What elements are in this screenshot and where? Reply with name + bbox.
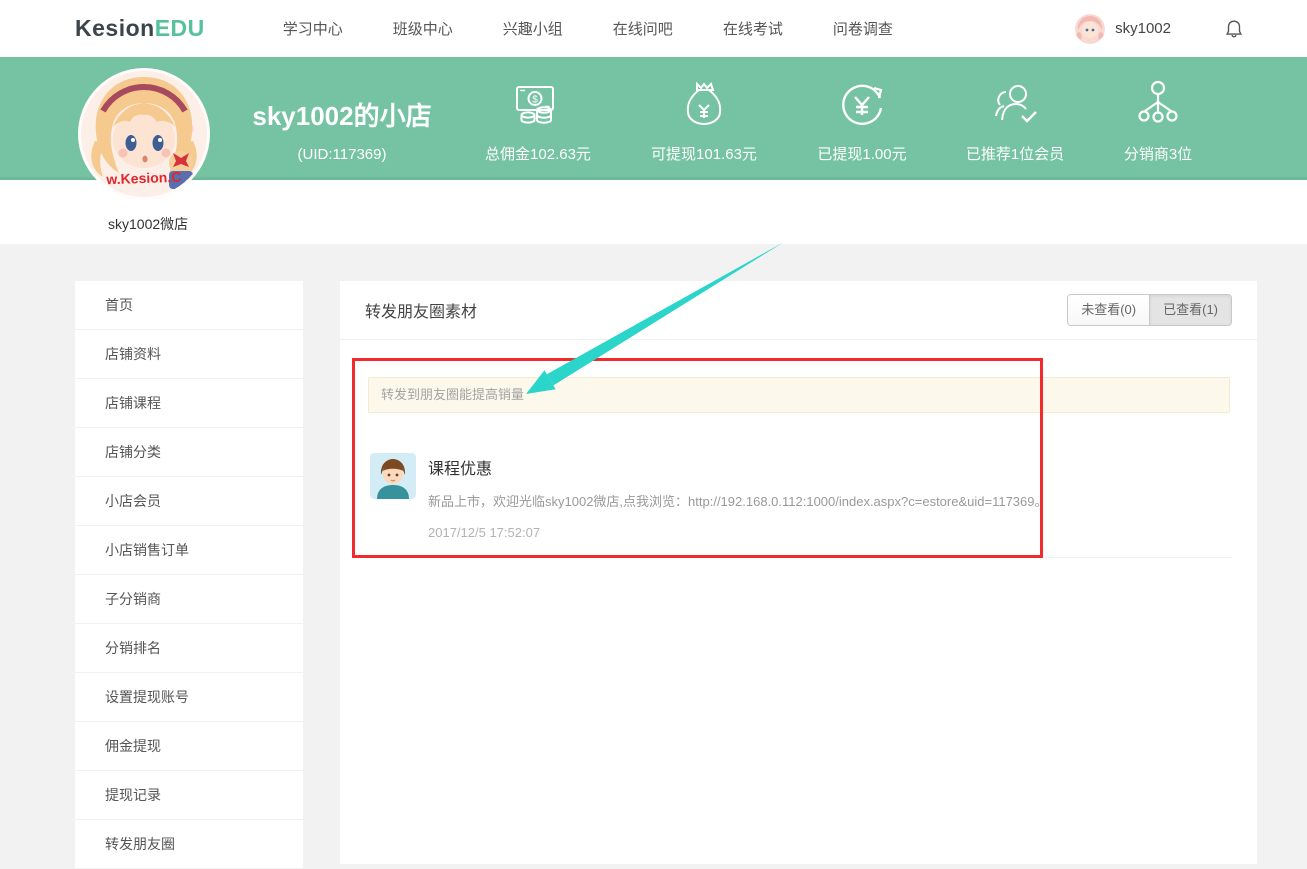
notification-bell-icon[interactable] [1223, 18, 1245, 40]
moment-post-item[interactable]: 课程优惠 新品上市，欢迎光临sky1002微店,点我浏览：http://192.… [370, 453, 1232, 540]
avatar-watermark-text: w.Kesion.C [105, 169, 181, 188]
post-timestamp: 2017/12/5 17:52:07 [428, 525, 1048, 540]
main-panel: 转发朋友圈素材 未查看(0) 已查看(1) 转发到朋友圈能提高销量 课程优惠 新… [340, 281, 1257, 864]
page-title: 转发朋友圈素材 [365, 298, 477, 322]
stat-distributors: 分销商3位 [1078, 78, 1238, 164]
sidebar-item-distribution-ranking[interactable]: 分销排名 [75, 624, 303, 673]
moneybag-icon [680, 78, 728, 130]
members-icon [988, 78, 1042, 130]
logo[interactable]: KesionEDU [75, 15, 205, 42]
sidebar-item-home[interactable]: 首页 [75, 281, 303, 330]
nav-item-survey[interactable]: 问卷调查 [831, 12, 895, 45]
withdraw-cycle-icon [836, 78, 888, 130]
user-avatar-image [1075, 14, 1105, 44]
nav-item-online-qa[interactable]: 在线问吧 [611, 12, 675, 45]
nav-item-interest-group[interactable]: 兴趣小组 [501, 12, 565, 45]
logo-kesion: Kesion [75, 15, 155, 41]
sidebar-item-sub-distributors[interactable]: 子分销商 [75, 575, 303, 624]
sidebar-item-share-moments[interactable]: 转发朋友圈 [75, 820, 303, 869]
stat-referred-members: 已推荐1位会员 [935, 78, 1095, 164]
sidebar-item-commission-withdraw[interactable]: 佣金提现 [75, 722, 303, 771]
user-avatar[interactable] [1075, 14, 1105, 44]
nav-item-class-center[interactable]: 班级中心 [391, 12, 455, 45]
sidebar-item-store-members[interactable]: 小店会员 [75, 477, 303, 526]
sidebar-item-sales-orders[interactable]: 小店销售订单 [75, 526, 303, 575]
stat-total-commission-label: 总佣金102.63元 [485, 143, 591, 164]
logo-edu: EDU [155, 15, 205, 41]
post-divider [370, 557, 1232, 558]
sidebar: 首页 店铺资料 店铺课程 店铺分类 小店会员 小店销售订单 子分销商 分销排名 … [75, 281, 303, 869]
stat-total-commission: $ 总佣金102.63元 [458, 78, 618, 164]
post-body: 新品上市，欢迎光临sky1002微店,点我浏览：http://192.168.0… [428, 491, 1048, 510]
username-label[interactable]: sky1002 [1115, 20, 1171, 37]
distributor-tree-icon [1133, 78, 1183, 130]
stat-referred-members-label: 已推荐1位会员 [966, 143, 1064, 164]
post-avatar [370, 453, 416, 499]
filter-unviewed-button[interactable]: 未查看(0) [1068, 295, 1149, 325]
shop-subname-label: sky1002微店 [108, 214, 188, 234]
nav-item-learning-center[interactable]: 学习中心 [281, 12, 345, 45]
stat-withdrawable: 可提现101.63元 [624, 78, 784, 164]
sidebar-item-store-profile[interactable]: 店铺资料 [75, 330, 303, 379]
stat-distributors-label: 分销商3位 [1124, 143, 1192, 164]
nav-user-area: sky1002 [1075, 14, 1245, 44]
stat-withdrawn-label: 已提现1.00元 [817, 143, 906, 164]
view-filter-group: 未查看(0) 已查看(1) [1067, 294, 1232, 326]
sidebar-item-withdraw-records[interactable]: 提现记录 [75, 771, 303, 820]
store-avatar: w.Kesion.C [78, 68, 210, 200]
notice-bar: 转发到朋友圈能提高销量 [368, 377, 1230, 413]
sidebar-item-store-categories[interactable]: 店铺分类 [75, 428, 303, 477]
shop-uid: (UID:117369) [232, 146, 452, 163]
nav-item-online-exam[interactable]: 在线考试 [721, 12, 785, 45]
post-title: 课程优惠 [428, 455, 1048, 479]
sidebar-item-withdraw-account[interactable]: 设置提现账号 [75, 673, 303, 722]
shop-title: sky1002的小店 [232, 96, 452, 133]
filter-viewed-button[interactable]: 已查看(1) [1149, 295, 1231, 325]
post-content: 课程优惠 新品上市，欢迎光临sky1002微店,点我浏览：http://192.… [428, 453, 1048, 540]
shop-heading: sky1002的小店 (UID:117369) [232, 96, 452, 163]
banner-lower-strip [0, 180, 1307, 244]
main-header: 转发朋友圈素材 未查看(0) 已查看(1) [340, 281, 1257, 340]
top-nav: KesionEDU 学习中心 班级中心 兴趣小组 在线问吧 在线考试 问卷调查 … [0, 0, 1307, 57]
cash-icon: $ [512, 78, 564, 130]
stat-withdrawn: 已提现1.00元 [782, 78, 942, 164]
store-avatar-image: w.Kesion.C [81, 71, 207, 197]
svg-text:$: $ [532, 95, 538, 106]
stat-withdrawable-label: 可提现101.63元 [651, 143, 757, 164]
nav-menu: 学习中心 班级中心 兴趣小组 在线问吧 在线考试 问卷调查 [281, 12, 941, 45]
sidebar-item-store-courses[interactable]: 店铺课程 [75, 379, 303, 428]
